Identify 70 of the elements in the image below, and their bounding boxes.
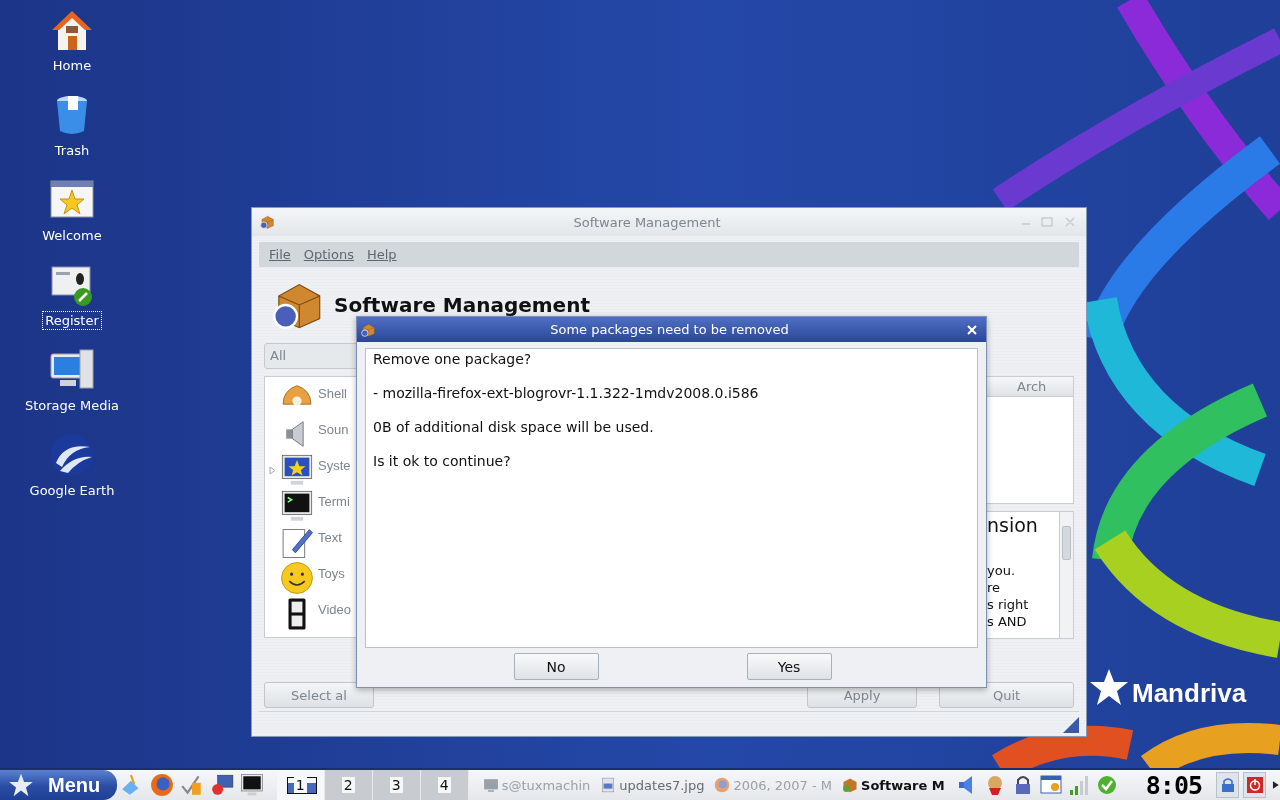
- workspace-button[interactable]: 2: [324, 770, 373, 800]
- lock-button[interactable]: [1216, 772, 1240, 798]
- app-heading: Software Management: [334, 293, 590, 317]
- globe-icon: [50, 433, 94, 477]
- monitor-icon: [482, 777, 499, 793]
- category-item[interactable]: Termi: [318, 493, 350, 509]
- terminal-icon: [280, 489, 314, 523]
- logo-text: Mandriva: [1132, 678, 1247, 709]
- workspace-button[interactable]: 4: [420, 770, 469, 800]
- category-item[interactable]: Syste: [318, 457, 351, 473]
- arrow-icon[interactable]: [1272, 780, 1280, 790]
- column-header[interactable]: Arch: [987, 377, 1073, 397]
- menu-item[interactable]: File: [269, 247, 291, 262]
- task-button[interactable]: s@tuxmachin: [480, 777, 593, 793]
- package-icon: [361, 322, 375, 337]
- description-line: s right: [987, 596, 1030, 613]
- workspace-button[interactable]: 1: [276, 770, 325, 800]
- desktop-icon-label[interactable]: Welcome: [39, 226, 105, 245]
- star-icon: [8, 772, 34, 798]
- description-line: s AND: [987, 613, 1028, 630]
- smiley-icon: [280, 561, 314, 595]
- menu-button[interactable]: Menu: [0, 770, 117, 800]
- task-button[interactable]: updates7.jpg: [598, 777, 707, 793]
- clock[interactable]: 8:05: [1145, 770, 1202, 800]
- lock-icon: [1220, 777, 1235, 793]
- package-icon: [842, 777, 859, 793]
- house-icon: [50, 8, 94, 52]
- dialog-button[interactable]: No: [513, 653, 599, 680]
- desktop-icon-label[interactable]: Storage Media: [21, 396, 122, 415]
- category-item[interactable]: Shell: [318, 385, 347, 401]
- message-line: 0B of additional disk space will be used.: [373, 419, 655, 436]
- package-icon: [260, 215, 274, 229]
- dialog-title: Some packages need to be removed: [549, 322, 790, 337]
- register-card-icon: [50, 263, 94, 307]
- check-icon[interactable]: [1095, 774, 1118, 796]
- window-title: Software Management: [572, 214, 722, 230]
- description-heading: nsion: [987, 514, 1039, 536]
- terminal-icon: [239, 773, 264, 797]
- user-calendar-icon[interactable]: [1039, 774, 1062, 796]
- description-line: you.: [987, 562, 1017, 579]
- browser-globe-icon: [149, 773, 174, 797]
- workspace-button[interactable]: 3: [372, 770, 421, 800]
- signal-icon[interactable]: [1067, 774, 1090, 796]
- resize-grip-icon[interactable]: [1063, 717, 1079, 733]
- power-button[interactable]: [1243, 772, 1267, 798]
- dialog-button[interactable]: Yes: [746, 653, 832, 680]
- category-item[interactable]: Text: [318, 529, 342, 545]
- image-file-icon: [600, 777, 617, 793]
- desktop-icon-label[interactable]: Google Earth: [26, 481, 118, 500]
- category-item[interactable]: Video: [318, 601, 351, 617]
- desktop-icon-label[interactable]: Register: [42, 311, 102, 330]
- task-button[interactable]: Software M: [840, 777, 947, 793]
- desktop-icon-label[interactable]: Trash: [51, 141, 93, 160]
- window-controls-icon: [1020, 216, 1078, 228]
- category-item[interactable]: Soun: [318, 421, 349, 437]
- task-button[interactable]: 2006, 2007 - M: [712, 777, 835, 793]
- menu-item[interactable]: Options: [303, 247, 354, 262]
- message-line: - mozilla-firefox-ext-blogrovr-1.1.322-1mdv2008.0.i586: [373, 385, 760, 402]
- menu-item[interactable]: Help: [366, 247, 397, 262]
- power-icon: [1246, 777, 1263, 793]
- desktop-icon-label[interactable]: Home: [49, 56, 95, 75]
- message-line: Is it ok to continue?: [373, 453, 512, 470]
- category-item[interactable]: Toys: [318, 565, 345, 581]
- browser-globe-icon: [714, 777, 731, 793]
- close-icon: [967, 324, 977, 335]
- scrollbar[interactable]: [1059, 512, 1073, 638]
- monitor-icon: [280, 453, 314, 487]
- computer-icon: [50, 348, 94, 392]
- description-line: re: [987, 579, 1002, 596]
- message-line: Remove one package?: [373, 351, 533, 368]
